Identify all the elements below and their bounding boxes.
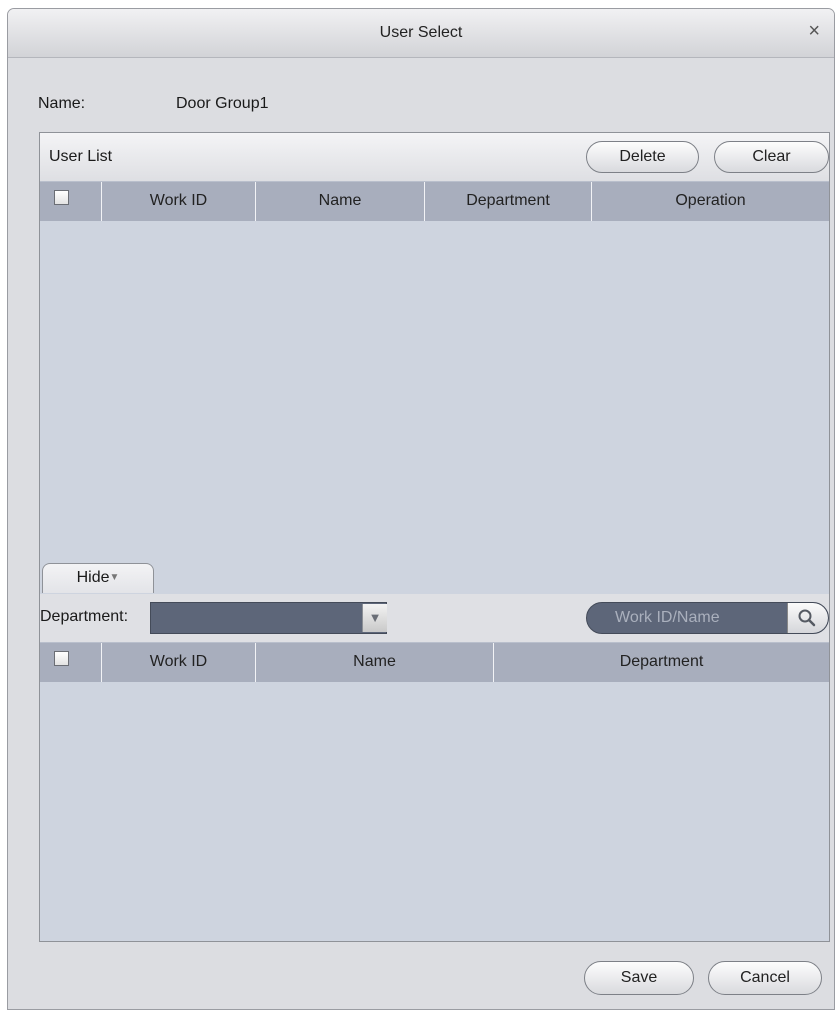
department-label: Department:	[40, 608, 129, 625]
save-button[interactable]: Save	[584, 961, 694, 995]
selector-column-name[interactable]: Name	[256, 643, 494, 682]
triangle-down-icon: ▼	[109, 572, 120, 583]
delete-button[interactable]: Delete	[586, 141, 699, 173]
user-selector-body[interactable]	[40, 682, 829, 941]
user-list-table-header: Work ID Name Department Operation	[40, 181, 829, 221]
hide-label: Hide	[76, 569, 110, 587]
selector-column-department[interactable]: Department	[494, 643, 829, 682]
select-all-cell	[40, 182, 102, 221]
user-select-dialog: User Select × Name: Door Group1 User Lis…	[7, 8, 835, 1010]
selector-select-all-checkbox[interactable]	[54, 651, 69, 667]
magnifier-icon	[798, 609, 816, 627]
column-header-operation[interactable]: Operation	[592, 182, 829, 221]
title-bar[interactable]: User Select ×	[8, 9, 834, 58]
column-header-work-id[interactable]: Work ID	[102, 182, 256, 221]
selector-column-work-id[interactable]: Work ID	[102, 643, 256, 682]
close-icon[interactable]: ×	[808, 20, 820, 42]
search-box	[586, 602, 829, 634]
cancel-button[interactable]: Cancel	[708, 961, 822, 995]
department-select[interactable]	[150, 602, 387, 634]
user-list-header: User List Delete Clear	[40, 133, 829, 181]
dialog-title: User Select	[379, 24, 463, 41]
filter-bar: Department: ▼	[40, 594, 829, 642]
column-header-name[interactable]: Name	[256, 182, 425, 221]
user-list-body[interactable]	[40, 221, 829, 563]
search-button[interactable]	[787, 603, 828, 633]
user-panel: User List Delete Clear Work ID Name Depa…	[39, 132, 830, 942]
column-header-department[interactable]: Department	[425, 182, 592, 221]
user-selector-table-header: Work ID Name Department	[40, 642, 829, 682]
hide-toggle[interactable]: Hide▼	[42, 563, 154, 593]
name-value: Door Group1	[176, 95, 269, 112]
department-select-value	[151, 609, 157, 626]
name-label: Name:	[38, 95, 86, 112]
search-input[interactable]	[587, 603, 787, 633]
selector-select-all-cell	[40, 643, 102, 682]
clear-button[interactable]: Clear	[714, 141, 829, 173]
select-all-checkbox[interactable]	[54, 190, 69, 206]
user-list-title: User List	[49, 148, 113, 165]
department-dropdown-icon[interactable]: ▼	[362, 604, 387, 632]
